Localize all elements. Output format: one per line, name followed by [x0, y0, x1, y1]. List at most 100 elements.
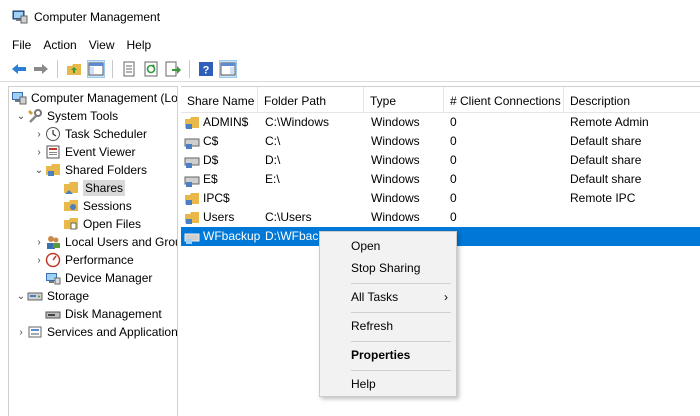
export-list-icon[interactable] — [164, 60, 182, 78]
menu-action[interactable]: Action — [37, 36, 82, 54]
context-menu-open[interactable]: Open — [320, 235, 456, 257]
tree-item-computer-management[interactable]: Computer Management (Local — [11, 89, 178, 107]
context-menu-help[interactable]: Help — [320, 373, 456, 395]
context-menu-refresh[interactable]: Refresh — [320, 315, 456, 337]
menu-help[interactable]: Help — [121, 36, 158, 54]
share-type: Windows — [371, 191, 420, 205]
svg-text:?: ? — [203, 64, 210, 76]
collapse-chevron-icon[interactable]: ⌄ — [15, 111, 27, 122]
tree-item-event-viewer[interactable]: › Event Viewer — [33, 143, 135, 161]
disk-management-icon — [45, 306, 61, 322]
tree-item-label: Shares — [83, 180, 126, 196]
share-description: Remote IPC — [570, 191, 636, 205]
shared-folder-icon — [184, 191, 200, 207]
back-icon[interactable] — [10, 60, 28, 78]
share-type: Windows — [371, 134, 420, 148]
tree-item-performance[interactable]: › Performance — [33, 251, 134, 269]
tree-item-system-tools[interactable]: ⌄ System Tools — [15, 107, 118, 125]
share-description: Default share — [570, 134, 642, 148]
tree-item-label: Services and Applications — [47, 325, 178, 339]
folder-path: E:\ — [265, 172, 280, 186]
context-menu-properties[interactable]: Properties — [320, 344, 456, 366]
properties-sheet-icon[interactable] — [120, 60, 138, 78]
column-header-client-connections[interactable]: # Client Connections — [444, 87, 564, 113]
expand-chevron-icon[interactable]: › — [15, 327, 27, 338]
table-row[interactable]: ADMIN$ C:\Windows Windows 0 Remote Admin — [181, 113, 700, 132]
client-connections: 0 — [450, 134, 457, 148]
column-header-description[interactable]: Description — [564, 87, 700, 113]
table-row[interactable]: E$ E:\ Windows 0 Default share — [181, 170, 700, 189]
forward-icon[interactable] — [32, 60, 50, 78]
column-header-share-name[interactable]: Share Name — [181, 87, 258, 113]
tree-item-label: Performance — [65, 253, 134, 267]
share-description: Default share — [570, 172, 642, 186]
collapse-chevron-icon[interactable]: ⌄ — [15, 291, 27, 302]
collapse-chevron-icon[interactable]: ⌄ — [33, 165, 45, 176]
performance-icon — [45, 252, 61, 268]
context-menu: Open Stop Sharing All Tasks › Refresh Pr… — [319, 231, 457, 397]
share-description: Remote Admin — [570, 115, 649, 129]
share-description: Default share — [570, 153, 642, 167]
share-name: Users — [203, 210, 235, 224]
action-pane-icon[interactable] — [219, 59, 237, 78]
toolbar-separator — [112, 59, 113, 78]
folder-path: D:\ — [265, 153, 281, 167]
tree-item-label: Open Files — [83, 217, 142, 231]
toolbar-separator — [189, 59, 190, 78]
shared-folder-icon — [184, 115, 200, 131]
tree-item-label: Computer Management (Local — [31, 91, 178, 105]
event-viewer-icon — [45, 144, 61, 160]
shared-folder-icon — [45, 162, 61, 178]
context-menu-all-tasks[interactable]: All Tasks › — [320, 286, 456, 308]
console-tree: Computer Management (Local ⌄ System Tool… — [8, 86, 178, 416]
context-menu-stop-sharing[interactable]: Stop Sharing — [320, 257, 456, 279]
menu-view[interactable]: View — [83, 36, 121, 54]
tree-item-open-files[interactable]: Open Files — [51, 215, 141, 233]
expand-chevron-icon[interactable]: › — [33, 147, 45, 158]
folder-path: C:\Users — [265, 210, 312, 224]
share-type: Windows — [371, 172, 420, 186]
system-tools-icon — [27, 108, 43, 124]
tree-item-disk-management[interactable]: Disk Management — [33, 305, 162, 323]
tree-item-label: Event Viewer — [65, 145, 136, 159]
expand-chevron-icon[interactable]: › — [33, 129, 45, 140]
shares-icon — [63, 180, 79, 196]
share-name: D$ — [203, 153, 219, 167]
column-header-folder-path[interactable]: Folder Path — [258, 87, 364, 113]
tree-item-sessions[interactable]: Sessions — [51, 197, 132, 215]
menu-file[interactable]: File — [6, 36, 37, 54]
client-connections: 0 — [450, 210, 457, 224]
up-folder-icon[interactable] — [65, 60, 83, 78]
tree-item-device-manager[interactable]: Device Manager — [33, 269, 152, 287]
table-row[interactable]: C$ C:\ Windows 0 Default share — [181, 132, 700, 151]
table-row[interactable]: IPC$ Windows 0 Remote IPC — [181, 189, 700, 208]
tree-item-shared-folders[interactable]: ⌄ Shared Folders — [33, 161, 147, 179]
menu-separator — [351, 341, 451, 342]
title-bar: Computer Management — [0, 0, 700, 34]
expand-chevron-icon[interactable]: › — [33, 255, 45, 266]
show-hide-console-tree-icon[interactable] — [87, 59, 105, 78]
table-row[interactable]: Users C:\Users Windows 0 — [181, 208, 700, 227]
tree-item-label: Disk Management — [65, 307, 162, 321]
tree-item-label: Shared Folders — [65, 163, 148, 177]
refresh-icon[interactable] — [142, 60, 160, 78]
share-name: ADMIN$ — [203, 115, 249, 129]
tree-item-label: Task Scheduler — [65, 127, 148, 141]
users-group-icon — [45, 234, 61, 250]
client-connections: 0 — [450, 191, 457, 205]
task-scheduler-icon — [45, 126, 61, 142]
table-row[interactable]: D$ D:\ Windows 0 Default share — [181, 151, 700, 170]
window-title: Computer Management — [34, 10, 161, 24]
column-header-type[interactable]: Type — [364, 87, 444, 113]
tree-item-task-scheduler[interactable]: › Task Scheduler — [33, 125, 147, 143]
tree-item-shares[interactable]: Shares — [51, 179, 126, 197]
tree-item-storage[interactable]: ⌄ Storage — [15, 287, 89, 305]
expand-chevron-icon[interactable]: › — [33, 237, 45, 248]
tree-item-local-users-and-groups[interactable]: › Local Users and Groups — [33, 233, 177, 251]
share-name: WFbackup — [203, 229, 261, 243]
help-icon[interactable]: ? — [197, 60, 215, 78]
context-menu-all-tasks-label: All Tasks — [351, 290, 399, 304]
storage-icon — [27, 288, 43, 304]
list-header: ^ Share Name Folder Path Type # Client C… — [181, 87, 700, 113]
tree-item-services-and-applications[interactable]: › Services and Applications — [15, 323, 178, 341]
